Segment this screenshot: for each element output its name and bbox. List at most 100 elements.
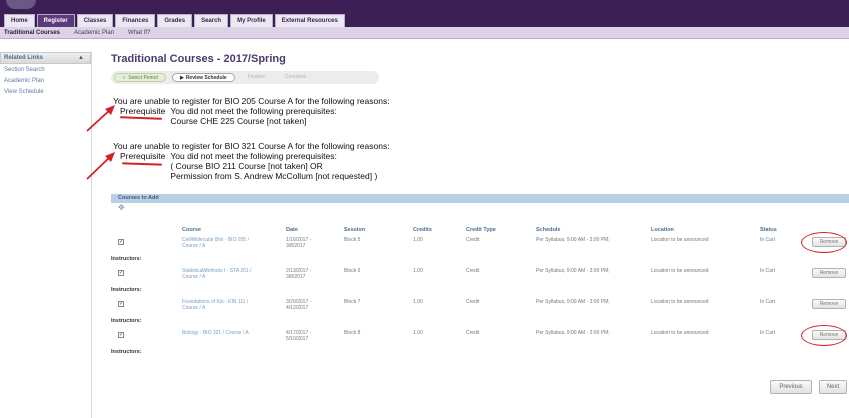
refresh-row: ✥	[111, 203, 849, 213]
step-label: Review Schedule	[185, 75, 227, 81]
course-credit-type: Credit	[466, 237, 480, 243]
tab-search[interactable]: Search	[194, 14, 229, 27]
instructors-label: Instructors:	[111, 287, 142, 293]
course-date: 2/13/2017 -3/8/2017	[286, 268, 312, 280]
instructors-label: Instructors:	[111, 256, 142, 262]
sub-nav: Traditional Courses Academic Plan What I…	[0, 27, 849, 39]
course-session: Block 8	[344, 330, 361, 336]
course-session: Block 6	[344, 268, 361, 274]
row-checkbox[interactable]: ✓	[118, 239, 124, 245]
table-row: ✓ Foundations of Kin - KIN 111 /Course /…	[111, 299, 849, 325]
header-course: Course	[182, 227, 201, 233]
error-heading: You are unable to register for BIO 205 C…	[113, 96, 390, 106]
course-link[interactable]: StatisticalMethods I - STA 201 /Course /…	[182, 268, 251, 280]
error-message: You are unable to register for BIO 321 C…	[113, 141, 390, 181]
annotation-circle	[801, 232, 847, 253]
top-bar: Home Register Classes Finances Grades Se…	[0, 0, 849, 27]
reason-line: Permission from S. Andrew McCollum [not …	[170, 171, 378, 181]
tab-home[interactable]: Home	[4, 14, 35, 27]
header-credit-type: Credit Type	[466, 227, 496, 233]
panel-title: Courses to Add	[111, 194, 849, 203]
collapse-icon[interactable]: ▲	[78, 53, 84, 64]
sidebar: Related Links ▲ Section Search Academic …	[0, 52, 92, 418]
course-credit-type: Credit	[466, 268, 480, 274]
course-schedule: Per Syllabus, 9:00 AM - 3:00 PM;	[536, 299, 610, 305]
step-complete: Complete	[284, 74, 307, 80]
row-checkbox[interactable]: ✓	[118, 332, 124, 338]
page-title: Traditional Courses - 2017/Spring	[111, 53, 286, 65]
course-status: In Cart	[760, 268, 776, 274]
remove-button[interactable]: Remove	[812, 299, 846, 309]
sidebar-header[interactable]: Related Links ▲	[0, 52, 91, 64]
course-schedule: Per Syllabus, 9:00 AM - 3:00 PM;	[536, 237, 610, 243]
error-heading: You are unable to register for BIO 321 C…	[113, 141, 390, 151]
course-date: 1/16/2017 -3/8/2017	[286, 237, 312, 249]
course-credits: 1.00	[413, 299, 423, 305]
course-date: 4/17/2017 -5/10/2017	[286, 330, 312, 342]
step-finalize: Finalize	[247, 74, 265, 80]
instructors-label: Instructors:	[111, 349, 142, 355]
tab-finances[interactable]: Finances	[115, 14, 156, 27]
row-checkbox[interactable]: ✓	[118, 270, 124, 276]
annotation-circle	[801, 325, 847, 346]
course-link[interactable]: Biology - BIO 321 / Course / A	[182, 330, 249, 336]
reason-row: Prerequisite You did not meet the follow…	[120, 151, 390, 181]
course-credits: 1.00	[413, 330, 423, 336]
header-schedule: Schedule	[536, 227, 561, 233]
reason-details: You did not meet the following prerequis…	[170, 151, 377, 181]
course-link[interactable]: Foundations of Kin - KIN 111 /Course / A	[182, 299, 248, 311]
course-link[interactable]: Cell/Molecular Biol - BIO 205 /Course / …	[182, 237, 249, 249]
course-credit-type: Credit	[466, 330, 480, 336]
subnav-academic-plan[interactable]: Academic Plan	[74, 27, 114, 39]
check-icon: ✓	[122, 75, 127, 81]
sidebar-title: Related Links	[4, 55, 44, 61]
course-status: In Cart	[760, 237, 776, 243]
course-location: Location to be announced	[651, 237, 709, 243]
step-review-schedule: ▶ Review Schedule	[171, 73, 235, 82]
move-icon[interactable]: ✥	[118, 203, 125, 212]
reason-details: You did not meet the following prerequis…	[170, 106, 337, 126]
course-date: 3/20/2017 -4/12/2017	[286, 299, 312, 311]
header-session: Session	[344, 227, 366, 233]
step-label: Select Period	[128, 75, 158, 81]
reason-line: ( Course BIO 211 Course [not taken] OR	[170, 161, 323, 171]
courses-to-add-panel: Courses to Add ✥ Course Date Session Cre…	[111, 194, 849, 364]
remove-button[interactable]: Remove	[812, 268, 846, 278]
header-location: Location	[651, 227, 674, 233]
course-session: Block 7	[344, 299, 361, 305]
step-select-period: ✓ Select Period	[114, 73, 166, 82]
table-header: Course Date Session Credits Credit Type …	[111, 227, 849, 235]
reason-row: Prerequisite You did not meet the follow…	[120, 106, 390, 126]
subnav-traditional-courses[interactable]: Traditional Courses	[4, 27, 60, 39]
course-schedule: Per Syllabus, 9:00 AM - 3:00 PM;	[536, 330, 610, 336]
tab-grades[interactable]: Grades	[157, 14, 193, 27]
course-location: Location to be announced	[651, 330, 709, 336]
course-credits: 1.00	[413, 268, 423, 274]
course-status: In Cart	[760, 299, 776, 305]
course-location: Location to be announced	[651, 268, 709, 274]
header-status: Status	[760, 227, 777, 233]
next-button[interactable]: Next	[819, 380, 847, 394]
course-session: Block 5	[344, 237, 361, 243]
main-nav: Home Register Classes Finances Grades Se…	[4, 14, 347, 27]
sidebar-link-academic-plan[interactable]: Academic Plan	[0, 76, 91, 86]
reason-label: Prerequisite	[120, 151, 166, 161]
progress-steps: ✓ Select Period ▶ Review Schedule Finalize…	[111, 71, 379, 84]
tab-register[interactable]: Register	[36, 14, 75, 27]
table-row: ✓ StatisticalMethods I - STA 201 /Course…	[111, 268, 849, 294]
tab-external-resources[interactable]: External Resources	[274, 14, 345, 27]
reason-line: You did not meet the following prerequis…	[170, 106, 337, 116]
annotation-arrow-icon	[86, 152, 115, 180]
sidebar-link-section-search[interactable]: Section Search	[0, 65, 91, 75]
sidebar-link-view-schedule[interactable]: View Schedule	[0, 87, 91, 97]
table-row: ✓ Biology - BIO 321 / Course / A 4/17/20…	[111, 330, 849, 356]
subnav-what-if[interactable]: What If?	[128, 27, 150, 39]
instructors-label: Instructors:	[111, 318, 142, 324]
tab-my-profile[interactable]: My Profile	[230, 14, 273, 27]
course-status: In Cart	[760, 330, 776, 336]
course-location: Location to be announced	[651, 299, 709, 305]
tab-classes[interactable]: Classes	[76, 14, 114, 27]
previous-button[interactable]: Previous	[770, 380, 812, 394]
row-checkbox[interactable]: ✓	[118, 301, 124, 307]
table-row: ✓ Cell/Molecular Biol - BIO 205 /Course …	[111, 237, 849, 263]
